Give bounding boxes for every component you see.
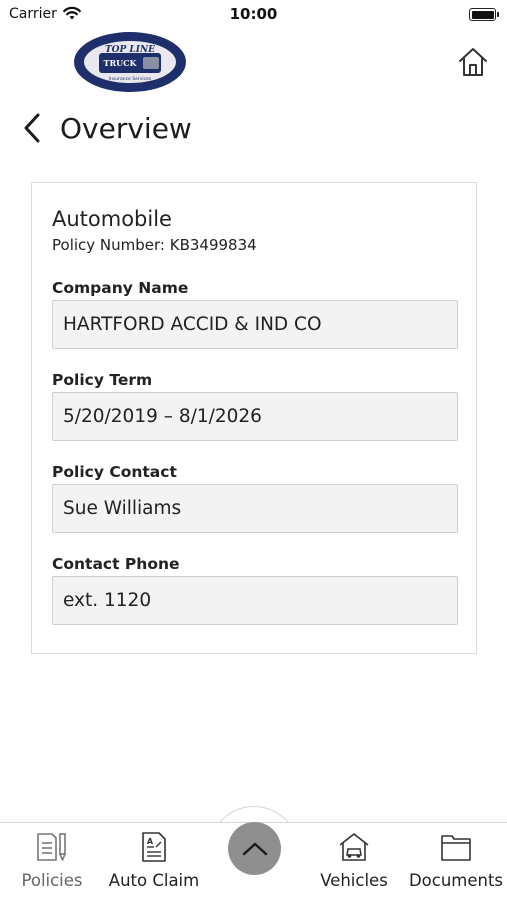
company-name-label: Company Name: [52, 279, 189, 297]
status-bar: Carrier 10:00: [0, 0, 507, 30]
svg-text:TOP LINE: TOP LINE: [105, 45, 155, 55]
nav-item-auto-claim[interactable]: A Auto Claim: [106, 823, 202, 900]
chevron-up-icon: [242, 842, 267, 855]
company-logo: TOP LINE TRUCK Insurance Services: [73, 31, 187, 93]
contact-phone-label: Contact Phone: [52, 555, 180, 573]
company-name-value: HARTFORD ACCID & IND CO: [63, 314, 322, 335]
policy-type: Automobile: [52, 207, 172, 231]
contact-phone-value: ext. 1120: [63, 590, 152, 611]
page-header: Overview: [22, 108, 192, 148]
svg-text:A: A: [147, 837, 154, 846]
nav-label-vehicles: Vehicles: [320, 871, 388, 890]
auto-claim-icon: A: [139, 831, 169, 863]
nav-item-documents[interactable]: Documents: [406, 823, 506, 900]
page-title: Overview: [60, 111, 192, 145]
expand-menu-button[interactable]: [228, 822, 281, 875]
policy-card: Automobile Policy Number: KB3499834 Comp…: [31, 182, 477, 654]
back-button[interactable]: [22, 111, 48, 145]
svg-text:Insurance Services: Insurance Services: [109, 76, 152, 82]
policy-contact-value: Sue Williams: [63, 498, 182, 519]
home-icon: [459, 48, 487, 76]
svg-text:TRUCK: TRUCK: [104, 58, 138, 68]
battery-icon: [469, 8, 499, 21]
policy-contact-label: Policy Contact: [52, 463, 177, 481]
nav-label-documents: Documents: [408, 871, 504, 890]
policy-contact-field: Sue Williams: [52, 484, 458, 533]
nav-item-policies[interactable]: Policies: [12, 823, 92, 900]
contact-phone-field[interactable]: ext. 1120: [52, 576, 458, 625]
policy-term-value: 5/20/2019 – 8/1/2026: [63, 406, 262, 427]
nav-label-auto-claim: Auto Claim: [108, 871, 200, 890]
policy-term-label: Policy Term: [52, 371, 153, 389]
policies-icon: [35, 831, 69, 863]
policy-number: Policy Number: KB3499834: [52, 236, 257, 254]
vehicles-icon: [337, 831, 371, 863]
home-button[interactable]: [457, 46, 489, 78]
nav-item-vehicles[interactable]: Vehicles: [314, 823, 394, 900]
policy-term-field: 5/20/2019 – 8/1/2026: [52, 392, 458, 441]
nav-label-policies: Policies: [21, 871, 83, 890]
clock: 10:00: [229, 5, 278, 23]
chevron-left-icon: [24, 113, 40, 143]
company-name-field: HARTFORD ACCID & IND CO: [52, 300, 458, 349]
documents-icon: [439, 831, 473, 863]
